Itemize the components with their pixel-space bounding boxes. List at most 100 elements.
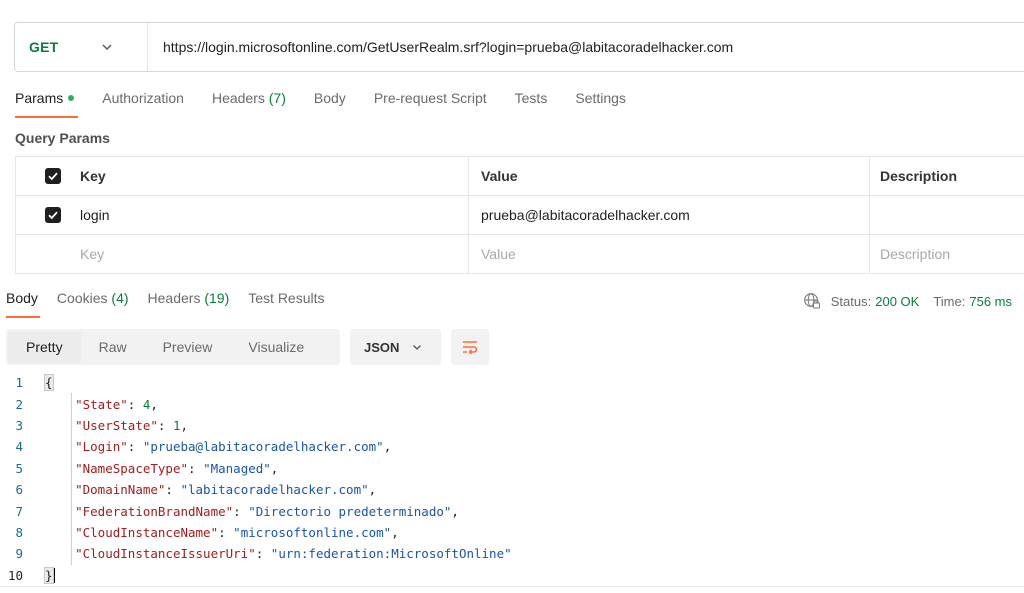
json-colon: : — [165, 482, 181, 498]
code-line: 2 "State": 4, — [0, 393, 1024, 414]
header-description: Description — [880, 168, 958, 184]
json-comma: , — [270, 460, 279, 476]
tab-tests[interactable]: Tests — [515, 90, 548, 118]
json-close-brace: } — [44, 566, 54, 584]
tab-headers-label: Headers — [211, 90, 265, 106]
check-icon — [48, 211, 58, 220]
param-value-cell[interactable]: prueba@labitacoradelhacker.com — [469, 196, 870, 234]
view-mode-selector: Pretty Raw Preview Visualize — [6, 329, 340, 365]
method-label: GET — [29, 39, 59, 55]
wrap-lines-icon — [463, 341, 478, 355]
json-colon: : — [127, 396, 143, 412]
url-input[interactable]: https://login.microsoftonline.com/GetUse… — [148, 39, 733, 55]
tab-params-label: Params — [15, 90, 64, 106]
json-open-brace: { — [44, 374, 54, 392]
code-text: "CloudInstanceName": "microsoftonline.co… — [45, 525, 399, 540]
select-all-checkbox[interactable] — [45, 168, 61, 184]
json-colon: : — [188, 460, 204, 476]
code-text: "UserState": 1, — [45, 418, 188, 433]
code-line: 6 "DomainName": "labitacoradelhacker.com… — [0, 479, 1024, 500]
cookies-count: (4) — [111, 290, 129, 306]
line-number: 4 — [15, 439, 23, 455]
json-comma: , — [150, 396, 158, 412]
format-select[interactable]: JSON — [350, 329, 441, 365]
tab-cookies[interactable]: Cookies (4) — [57, 290, 129, 318]
json-key: "CloudInstanceIssuerUri" — [75, 546, 256, 562]
tab-headers[interactable]: Headers (7) — [212, 90, 286, 118]
check-icon — [48, 172, 58, 181]
response-body-editor[interactable]: 1 {2 "State": 4, 3 "UserState": 1, 4 "Login… — [0, 372, 1024, 586]
json-colon: : — [255, 546, 271, 562]
query-params-table: Key Value Description login prueba@labit… — [15, 156, 1024, 274]
json-colon: : — [127, 439, 143, 455]
response-status-bar: Status: 200 OK Time: 756 ms — [803, 292, 1012, 310]
chevron-down-icon — [413, 345, 422, 350]
response-tabs: Body Cookies (4) Headers (19) Test Resul… — [6, 290, 344, 318]
status-label: Status: — [830, 293, 872, 309]
chevron-down-icon — [102, 44, 112, 50]
code-text: "CloudInstanceIssuerUri": "urn:federatio… — [45, 546, 512, 561]
tab-params[interactable]: Params — [15, 90, 79, 118]
json-comma: , — [180, 417, 189, 433]
globe-lock-icon[interactable] — [803, 292, 821, 310]
view-pretty-button[interactable]: Pretty — [8, 331, 81, 363]
param-description-cell[interactable] — [870, 196, 1024, 234]
table-header-row: Key Value Description — [15, 157, 1024, 196]
row-checkbox-cell — [15, 196, 68, 234]
request-tabs: Params Authorization Headers (7) Body Pr… — [15, 90, 654, 118]
json-key: "Login" — [75, 439, 128, 455]
json-value: "Managed" — [203, 460, 271, 476]
wrap-lines-button[interactable] — [451, 329, 489, 365]
new-value-input[interactable]: Value — [469, 235, 870, 273]
json-colon: : — [218, 524, 234, 540]
code-line: 8 "CloudInstanceName": "microsoftonline.… — [0, 522, 1024, 543]
json-value: "Directorio predeterminado" — [248, 503, 452, 519]
new-description-input[interactable]: Description — [870, 235, 1024, 273]
tab-response-headers[interactable]: Headers (19) — [148, 290, 230, 318]
code-line: 10} — [0, 565, 1024, 586]
tab-body[interactable]: Body — [314, 90, 346, 118]
tab-response-headers-label: Headers — [147, 290, 201, 306]
empty-checkbox-cell — [15, 235, 68, 273]
json-colon: : — [157, 417, 173, 433]
json-value: "urn:federation:MicrosoftOnline" — [270, 546, 512, 562]
tab-cookies-label: Cookies — [56, 290, 108, 306]
text-cursor — [53, 567, 56, 583]
param-key-cell[interactable]: login — [68, 196, 469, 234]
code-line: 7 "FederationBrandName": "Directorio pre… — [0, 500, 1024, 521]
code-line: 5 "NameSpaceType": "Managed", — [0, 458, 1024, 479]
tab-test-results[interactable]: Test Results — [248, 290, 324, 318]
code-line: 4 "Login": "prueba@labitacoradelhacker.c… — [0, 436, 1024, 457]
line-number: 10 — [7, 567, 23, 583]
status-value[interactable]: 200 OK — [875, 294, 919, 309]
method-select[interactable]: GET — [15, 23, 148, 71]
line-number: 6 — [15, 482, 23, 498]
time-value[interactable]: 756 ms — [969, 294, 1012, 309]
line-number: 1 — [15, 375, 23, 391]
json-comma: , — [391, 524, 399, 540]
request-url-bar: GET https://login.microsoftonline.com/Ge… — [14, 22, 1024, 72]
line-number: 5 — [15, 460, 23, 476]
code-text: "Login": "prueba@labitacoradelhacker.com… — [45, 439, 391, 454]
json-comma: , — [383, 439, 392, 455]
line-number: 3 — [15, 417, 23, 433]
code-text: "FederationBrandName": "Directorio prede… — [45, 504, 459, 519]
json-key: "FederationBrandName" — [75, 503, 234, 519]
time-label: Time: — [933, 293, 966, 309]
view-preview-button[interactable]: Preview — [145, 331, 231, 363]
view-visualize-button[interactable]: Visualize — [230, 331, 322, 363]
view-raw-button[interactable]: Raw — [81, 331, 145, 363]
new-key-input[interactable]: Key — [68, 235, 469, 273]
tab-settings[interactable]: Settings — [575, 90, 626, 118]
tab-pre-request-script[interactable]: Pre-request Script — [374, 90, 487, 118]
json-value: 1 — [172, 417, 181, 433]
code-text: } — [44, 566, 56, 584]
tab-authorization[interactable]: Authorization — [102, 90, 184, 118]
json-value: "labitacoradelhacker.com" — [180, 482, 369, 498]
table-row-new: Key Value Description — [15, 235, 1024, 274]
json-comma: , — [451, 503, 459, 519]
row-checkbox[interactable] — [45, 207, 61, 223]
line-number: 2 — [15, 396, 23, 412]
code-text: "DomainName": "labitacoradelhacker.com", — [45, 482, 376, 497]
tab-response-body[interactable]: Body — [6, 290, 40, 318]
